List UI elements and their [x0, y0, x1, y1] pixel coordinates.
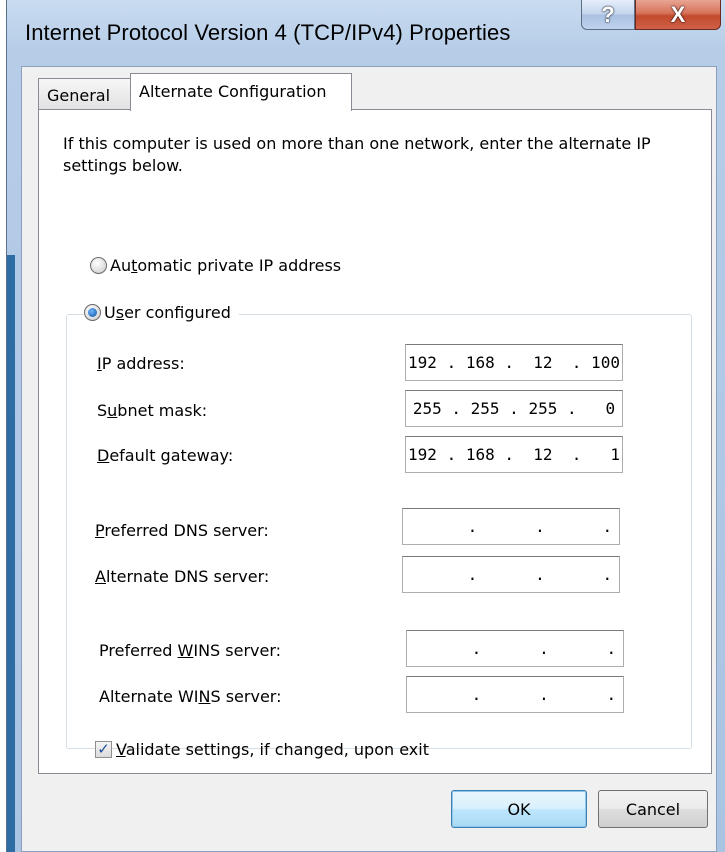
alternate-dns-field[interactable]: . . .: [402, 556, 620, 593]
help-button[interactable]: ?: [581, 0, 635, 30]
default-gateway-field[interactable]: 192 . 168 . 12 . 1: [405, 436, 623, 473]
preferred-dns-field[interactable]: . . .: [402, 508, 620, 545]
tab-alternate-configuration[interactable]: Alternate Configuration: [130, 73, 352, 111]
subnet-mask-field[interactable]: 255 . 255 . 255 . 0: [405, 390, 623, 427]
alternate-wins-label: Alternate WINS server:: [99, 687, 282, 706]
validate-settings-label: Validate settings, if changed, upon exit: [116, 740, 429, 759]
dialog-client-area: General Alternate Configuration If this …: [21, 66, 717, 852]
ip-address-label: IP address:: [97, 354, 185, 373]
default-gateway-label: Default gateway:: [97, 446, 234, 465]
close-icon: X: [670, 1, 686, 27]
window-edge-accent: [7, 255, 15, 852]
title-bar[interactable]: Internet Protocol Version 4 (TCP/IPv4) P…: [7, 0, 725, 66]
user-configured-radio[interactable]: [84, 304, 101, 321]
ok-button[interactable]: OK: [451, 790, 587, 828]
validate-settings-checkbox[interactable]: ✓: [95, 741, 112, 758]
validate-settings-option[interactable]: ✓ Validate settings, if changed, upon ex…: [95, 740, 429, 759]
preferred-dns-label: Preferred DNS server:: [95, 521, 269, 540]
automatic-private-ip-option[interactable]: Automatic private IP address: [90, 256, 341, 275]
description-text: If this computer is used on more than on…: [63, 134, 651, 175]
dialog-window: Internet Protocol Version 4 (TCP/IPv4) P…: [6, 0, 725, 852]
cancel-button[interactable]: Cancel: [598, 790, 708, 828]
automatic-private-ip-label: Automatic private IP address: [110, 256, 342, 275]
preferred-wins-label: Preferred WINS server:: [99, 641, 282, 660]
alternate-configuration-panel: If this computer is used on more than on…: [38, 109, 712, 774]
alternate-wins-field[interactable]: . . .: [406, 676, 624, 713]
checkmark-icon: ✓: [97, 740, 110, 758]
user-configured-label: User configured: [104, 303, 231, 322]
tab-general[interactable]: General: [38, 78, 131, 109]
help-icon: ?: [601, 1, 615, 27]
window-title: Internet Protocol Version 4 (TCP/IPv4) P…: [25, 20, 511, 45]
close-button[interactable]: X: [635, 0, 721, 30]
ip-address-field[interactable]: 192 . 168 . 12 . 100: [405, 344, 623, 381]
alternate-dns-label: Alternate DNS server:: [95, 567, 270, 586]
preferred-wins-field[interactable]: . . .: [406, 630, 624, 667]
user-configured-option[interactable]: User configured: [84, 303, 239, 322]
subnet-mask-label: Subnet mask:: [97, 401, 208, 420]
automatic-private-ip-radio[interactable]: [90, 257, 107, 274]
